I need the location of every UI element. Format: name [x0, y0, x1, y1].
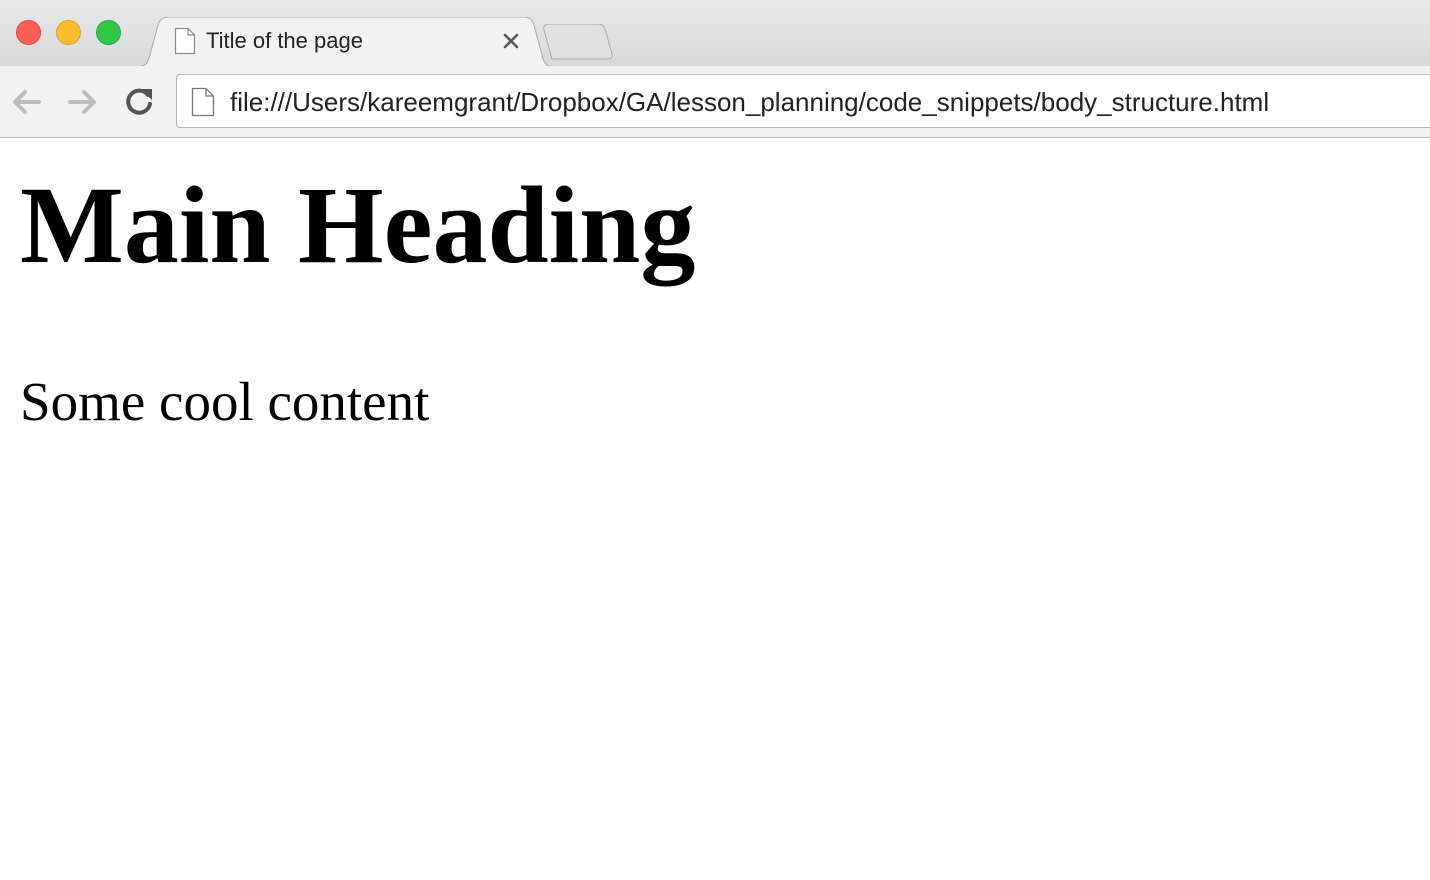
- toolbar: file:///Users/kareemgrant/Dropbox/GA/les…: [0, 66, 1430, 138]
- reload-icon[interactable]: [121, 84, 157, 120]
- tab-active[interactable]: Title of the page: [136, 17, 554, 68]
- browser-window: Title of the page file:///Users/kareemgr…: [0, 0, 1430, 880]
- page-content: Main Heading Some cool content: [0, 139, 1430, 880]
- tab-strip: Title of the page: [0, 0, 1430, 68]
- document-icon: [174, 27, 196, 55]
- window-maximize-button[interactable]: [96, 20, 121, 45]
- page-paragraph: Some cool content: [20, 371, 430, 432]
- document-icon: [191, 87, 215, 117]
- back-arrow-icon[interactable]: [9, 84, 45, 120]
- tab-close-icon[interactable]: [499, 29, 523, 53]
- window-close-button[interactable]: [16, 20, 41, 45]
- window-minimize-button[interactable]: [56, 20, 81, 45]
- page-heading: Main Heading: [20, 164, 696, 286]
- new-tab-button[interactable]: [542, 23, 614, 60]
- tab-title: Title of the page: [206, 28, 363, 53]
- forward-arrow-icon[interactable]: [64, 84, 100, 120]
- address-bar[interactable]: file:///Users/kareemgrant/Dropbox/GA/les…: [176, 74, 1430, 128]
- address-url[interactable]: file:///Users/kareemgrant/Dropbox/GA/les…: [230, 87, 1269, 118]
